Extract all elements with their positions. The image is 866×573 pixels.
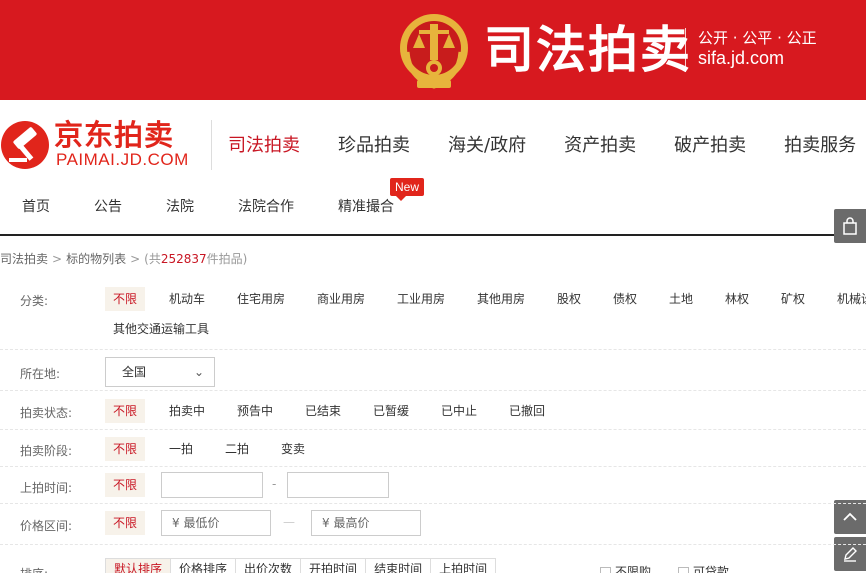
status-option[interactable]: 已中止 [441,399,477,423]
court-emblem-icon [400,14,468,89]
nav-divider [0,234,866,236]
subnav-home[interactable]: 首页 [22,196,50,218]
chevron-down-icon: ⌄ [193,365,204,379]
price-min-input[interactable]: ¥ 最低价 [161,510,271,536]
filter-row-category: 分类: 不限 机动车 住宅用房 商业用房 工业用房 其他用房 股权 债权 土地 … [0,282,866,350]
location-select-value: 全国 [122,365,147,379]
category-option[interactable]: 其他交通运输工具 [113,317,209,341]
stage-option[interactable]: 变卖 [281,437,305,461]
sub-nav: 首页 公告 法院 法院合作 精准撮合 [0,196,866,220]
main-nav: 司法拍卖 珍品拍卖 海关/政府 资产拍卖 破产拍卖 拍卖服务 [228,132,866,160]
banner-divider [685,28,686,72]
category-option[interactable]: 矿权 [781,287,805,311]
category-option[interactable]: 机动车 [169,287,205,311]
status-option[interactable]: 已暂缓 [373,399,409,423]
status-option-any[interactable]: 不限 [105,399,146,423]
status-option[interactable]: 已结束 [305,399,341,423]
time-range-separator: - [272,477,277,491]
stage-option[interactable]: 二拍 [225,437,249,461]
filter-row-stage: 拍卖阶段: 不限 一拍 二拍 变卖 [0,431,866,467]
category-option[interactable]: 林权 [725,287,749,311]
banner-url: sifa.jd.com [698,48,785,68]
subnav-court[interactable]: 法院 [166,196,194,218]
nav-pochan-paimai[interactable]: 破产拍卖 [674,132,746,160]
breadcrumb-count-suffix: 件拍品) [206,252,248,266]
sort-bid-count[interactable]: 出价次数 [235,558,301,573]
filter-row-price: 价格区间: 不限 ¥ 最低价 — ¥ 最高价 [0,505,866,545]
logo-cn-text: 京东拍卖 [54,118,175,152]
status-option[interactable]: 拍卖中 [169,399,205,423]
filter-label-category: 分类: [20,294,49,308]
sort-list-time[interactable]: 上拍时间 [430,558,497,573]
checkbox-loan-available[interactable]: 可贷款 [678,560,729,573]
breadcrumb-count-prefix: (共 [144,252,161,266]
checkbox-icon [600,567,611,573]
status-option[interactable]: 已撤回 [509,399,545,423]
breadcrumb-count: 252837 [160,252,207,266]
nav-zhenpin-paimai[interactable]: 珍品拍卖 [338,132,410,160]
checkbox-label: 可贷款 [693,565,730,573]
category-option[interactable]: 土地 [669,287,693,311]
checkbox-no-purchase-limit[interactable]: 不限购 [600,560,651,573]
filter-label-price: 价格区间: [20,519,73,533]
breadcrumb: 司法拍卖 > 标的物列表 > (共252837件拍品) [0,251,247,267]
price-max-input[interactable]: ¥ 最高价 [311,510,421,536]
filter-row-status: 拍卖状态: 不限 拍卖中 预告中 已结束 已暂缓 已中止 已撤回 [0,392,866,430]
subnav-precise-matching[interactable]: 精准撮合 [338,196,394,218]
sort-start-time[interactable]: 开拍时间 [300,558,366,573]
filter-label-sort: 排序: [20,565,48,573]
category-option[interactable]: 住宅用房 [237,287,285,311]
sort-price[interactable]: 价格排序 [170,558,236,573]
gavel-logo-icon [1,121,49,169]
nav-zichan-paimai[interactable]: 资产拍卖 [564,132,636,160]
category-option[interactable]: 工业用房 [397,287,445,311]
nav-haiguan-zhengfu[interactable]: 海关/政府 [448,132,526,160]
filter-label-status: 拍卖状态: [20,406,73,420]
shopping-bag-icon[interactable] [834,209,866,243]
breadcrumb-chevron-icon: > [130,252,141,266]
stage-option[interactable]: 一拍 [169,437,193,461]
category-option[interactable]: 机械设 [837,287,866,311]
category-option[interactable]: 商业用房 [317,287,365,311]
location-select[interactable]: 全国 ⌄ [105,357,215,387]
breadcrumb-chevron-icon: > [52,252,63,266]
sort-end-time[interactable]: 结束时间 [365,558,431,573]
checkbox-icon [678,567,689,573]
subnav-court-cooperation[interactable]: 法院合作 [238,196,294,218]
subnav-announcement[interactable]: 公告 [94,196,122,218]
price-option-any[interactable]: 不限 [105,511,146,535]
category-option[interactable]: 股权 [557,287,581,311]
checkbox-label: 不限购 [615,565,652,573]
filter-label-stage: 拍卖阶段: [20,444,73,458]
sort-bar: 默认排序 价格排序 出价次数 开拍时间 结束时间 上拍时间 [105,558,497,573]
logo-en-text: PAIMAI.JD.COM [56,150,189,169]
filter-label-location: 所在地: [20,367,61,381]
nav-sifa-paimai[interactable]: 司法拍卖 [228,132,300,160]
price-range-separator: — [283,515,295,529]
breadcrumb-root[interactable]: 司法拍卖 [0,252,48,266]
stage-option-any[interactable]: 不限 [105,437,146,461]
banner-slogan: 公开 · 公平 · 公正 [698,29,817,47]
jd-paimai-logo[interactable]: 京东拍卖 PAIMAI.JD.COM [0,118,210,172]
filter-row-time: 上拍时间: 不限 - [0,468,866,504]
time-option-any[interactable]: 不限 [105,473,146,497]
sort-default[interactable]: 默认排序 [105,558,171,573]
breadcrumb-current[interactable]: 标的物列表 [66,252,126,266]
logo-separator [211,120,212,170]
new-badge: New [390,178,425,201]
banner-title: 司法拍卖 [484,21,692,79]
category-option-any[interactable]: 不限 [105,287,146,311]
top-banner: 司法拍卖 公开 · 公平 · 公正 sifa.jd.com [0,0,866,100]
nav-paimai-fuwu[interactable]: 拍卖服务 [784,132,856,160]
filter-label-time: 上拍时间: [20,481,73,495]
status-option[interactable]: 预告中 [237,399,273,423]
category-option[interactable]: 其他用房 [477,287,525,311]
time-end-input[interactable] [287,472,389,498]
time-start-input[interactable] [161,472,263,498]
filter-row-location: 所在地: 全国 ⌄ [0,351,866,391]
category-option[interactable]: 债权 [613,287,637,311]
